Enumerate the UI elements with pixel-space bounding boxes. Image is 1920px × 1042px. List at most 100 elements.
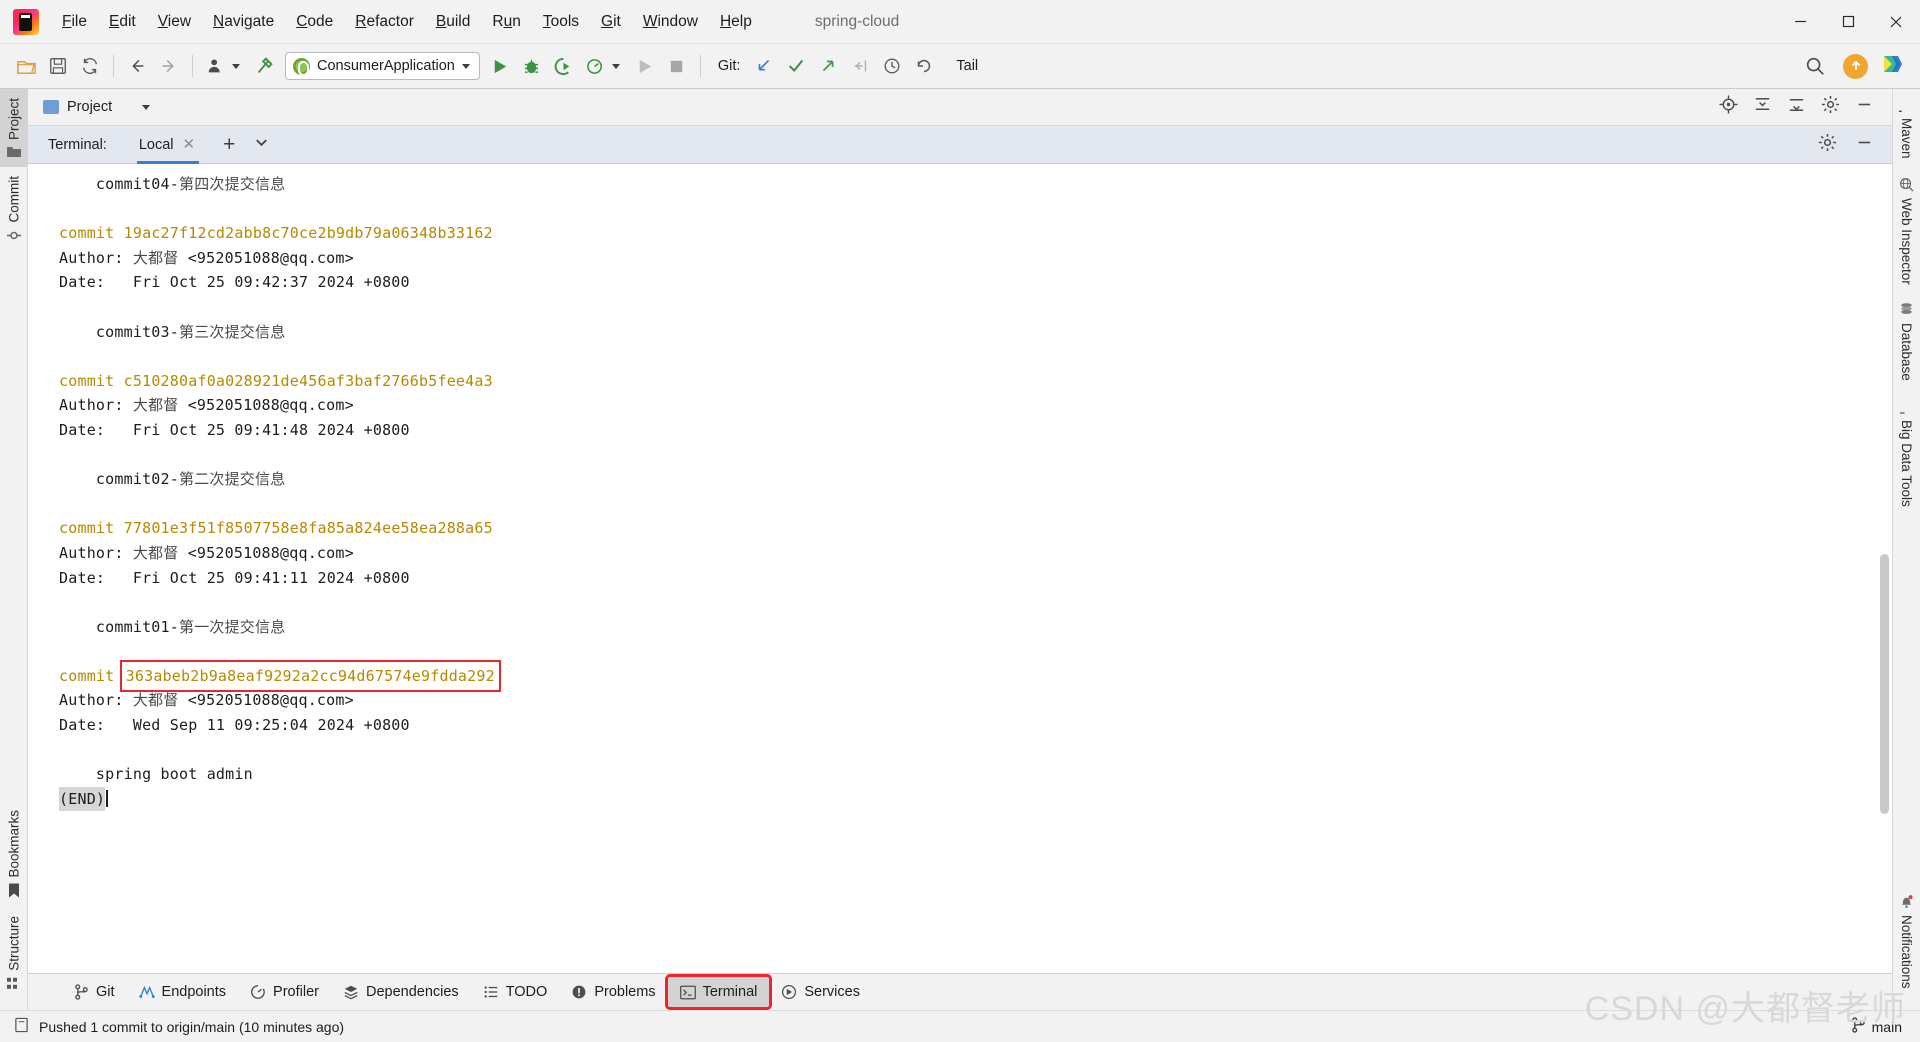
chevron-down-icon[interactable] (253, 134, 270, 156)
tool-window-problems[interactable]: Problems (559, 977, 667, 1007)
end-label: (END) (59, 786, 106, 812)
maximize-button[interactable] (1824, 0, 1872, 44)
tool-window-label-services: Services (804, 984, 860, 1000)
close-icon[interactable]: ✕ (183, 137, 196, 152)
menu-item-tools[interactable]: Tools (532, 9, 590, 35)
profiler-chevron-down-icon[interactable] (611, 63, 620, 69)
sidebar-item-web-inspector[interactable]: Web Inspector (1893, 168, 1920, 294)
sidebar-item-notifications[interactable]: Notifications (1893, 885, 1920, 998)
menu-item-file[interactable]: File (51, 9, 98, 35)
run-button[interactable] (484, 50, 516, 82)
select-opened-file-icon[interactable] (1719, 95, 1738, 119)
sidebar-item-database[interactable]: Database (1893, 293, 1920, 390)
status-message: Pushed 1 commit to origin/main (10 minut… (39, 1018, 345, 1035)
tool-window-endpoints[interactable]: Endpoints (127, 977, 239, 1007)
ascii-text: spring boot admin (59, 765, 253, 784)
stop-button[interactable] (661, 50, 693, 82)
git-rollback-icon[interactable] (844, 50, 876, 82)
profile-user-icon[interactable] (200, 50, 232, 82)
sidebar-item-big-data-tools[interactable]: D Big Data Tools (1893, 390, 1920, 516)
terminal-message-line: commit02-第二次提交信息 (28, 467, 1892, 492)
sidebar-item-bookmarks[interactable]: Bookmarks (0, 801, 28, 908)
menu-item-navigate[interactable]: Navigate (202, 9, 285, 35)
spring-boot-icon (293, 57, 310, 76)
menu-item-view[interactable]: View (147, 9, 202, 35)
menu-item-build[interactable]: Build (425, 9, 481, 35)
tool-window-terminal[interactable]: Terminal (664, 974, 773, 1010)
project-bar-title: Project (67, 99, 113, 115)
tool-window-dependencies[interactable]: Dependencies (331, 977, 471, 1007)
sidebar-item-commit[interactable]: Commit (0, 167, 28, 252)
menu-item-help[interactable]: Help (709, 9, 763, 35)
sidebar-item-project[interactable]: Project (0, 89, 28, 168)
profiler-button[interactable] (580, 50, 612, 82)
terminal-console[interactable]: commit04-第四次提交信息 commit 19ac27f12cd2abb8… (28, 164, 1892, 973)
menu-item-git[interactable]: Git (590, 9, 632, 35)
tool-window-git[interactable]: Git (62, 977, 127, 1007)
build-hammer-icon[interactable] (249, 50, 281, 82)
project-tool-bar: Project (28, 89, 1892, 126)
branch-git-icon[interactable] (1851, 1017, 1866, 1036)
cjk-text: 大都督 (132, 396, 179, 415)
left-tool-strip: Project Commit Bookmarks Structure (0, 89, 28, 1010)
terminal-scrollbar[interactable] (1880, 554, 1889, 814)
menu-bar: File Edit View Navigate Code Refactor Bu… (51, 9, 763, 35)
terminal-title: Terminal: (48, 136, 107, 153)
cjk-text: 第二次提交信息 (179, 470, 286, 489)
menu-item-edit[interactable]: Edit (98, 9, 147, 35)
run-config-chevron-down-icon[interactable] (461, 63, 470, 69)
title-bar: File Edit View Navigate Code Refactor Bu… (0, 0, 1920, 44)
commit-keyword: commit (59, 666, 124, 685)
close-button[interactable] (1872, 0, 1920, 44)
ascii-text: <952051088@qq.com> (178, 691, 354, 710)
back-arrow-icon[interactable] (121, 50, 153, 82)
toolbox-icon[interactable] (1880, 52, 1904, 81)
terminal-tab-local[interactable]: Local ✕ (135, 126, 201, 164)
tool-window-profiler[interactable]: Profiler (238, 977, 331, 1007)
minimize-button[interactable] (1776, 0, 1824, 44)
undo-icon[interactable] (908, 50, 940, 82)
git-history-icon[interactable] (876, 50, 908, 82)
menu-item-window[interactable]: Window (632, 9, 709, 35)
debug-button[interactable] (516, 50, 548, 82)
open-project-icon[interactable] (10, 50, 42, 82)
hide-panel-icon[interactable] (1855, 95, 1874, 119)
sidebar-item-maven[interactable]: m Maven (1893, 89, 1920, 168)
tail-label[interactable]: Tail (956, 58, 978, 74)
menu-item-run[interactable]: Run (481, 9, 531, 35)
menu-label-file: ile (71, 12, 87, 30)
expand-all-icon[interactable] (1787, 95, 1806, 119)
ascii-text: Date: Fri Oct 25 09:41:11 2024 +0800 (59, 568, 410, 587)
sidebar-item-structure[interactable]: Structure (0, 907, 28, 1000)
attach-button[interactable] (629, 50, 661, 82)
sync-icon[interactable] (74, 50, 106, 82)
git-update-project-icon[interactable] (748, 50, 780, 82)
update-available-icon[interactable] (1843, 53, 1868, 79)
run-configuration-selector[interactable]: ConsumerApplication (285, 52, 480, 80)
sidebar-label-big-data-tools: Big Data Tools (1899, 420, 1914, 507)
menu-item-refactor[interactable]: Refactor (344, 9, 425, 35)
current-branch-label[interactable]: main (1872, 1019, 1902, 1035)
new-session-plus-icon[interactable]: + (223, 134, 235, 155)
save-all-icon[interactable] (42, 50, 74, 82)
profile-chevron-down-icon[interactable] (232, 63, 240, 69)
terminal-gear-icon[interactable] (1818, 133, 1837, 157)
gear-icon[interactable] (1821, 95, 1840, 119)
ascii-text: Author: (59, 396, 133, 415)
git-commit-icon[interactable] (780, 50, 812, 82)
memory-icon[interactable] (14, 1017, 29, 1036)
forward-arrow-icon[interactable] (153, 50, 185, 82)
run-with-coverage-button[interactable] (548, 50, 580, 82)
menu-item-code[interactable]: Code (285, 9, 344, 35)
bigdata-icon: D (1900, 411, 1908, 414)
tool-window-services[interactable]: Services (769, 977, 872, 1007)
collapse-all-icon[interactable] (1753, 95, 1772, 119)
toolbar-separator (113, 55, 114, 77)
terminal-hide-icon[interactable] (1855, 133, 1874, 157)
ascii-text: <952051088@qq.com> (178, 248, 354, 267)
tool-window-todo[interactable]: TODO (471, 977, 560, 1007)
git-push-icon[interactable] (812, 50, 844, 82)
search-icon[interactable] (1799, 50, 1831, 82)
project-chevron-down-icon[interactable] (142, 104, 151, 110)
ascii-text: commit04- (59, 175, 179, 193)
